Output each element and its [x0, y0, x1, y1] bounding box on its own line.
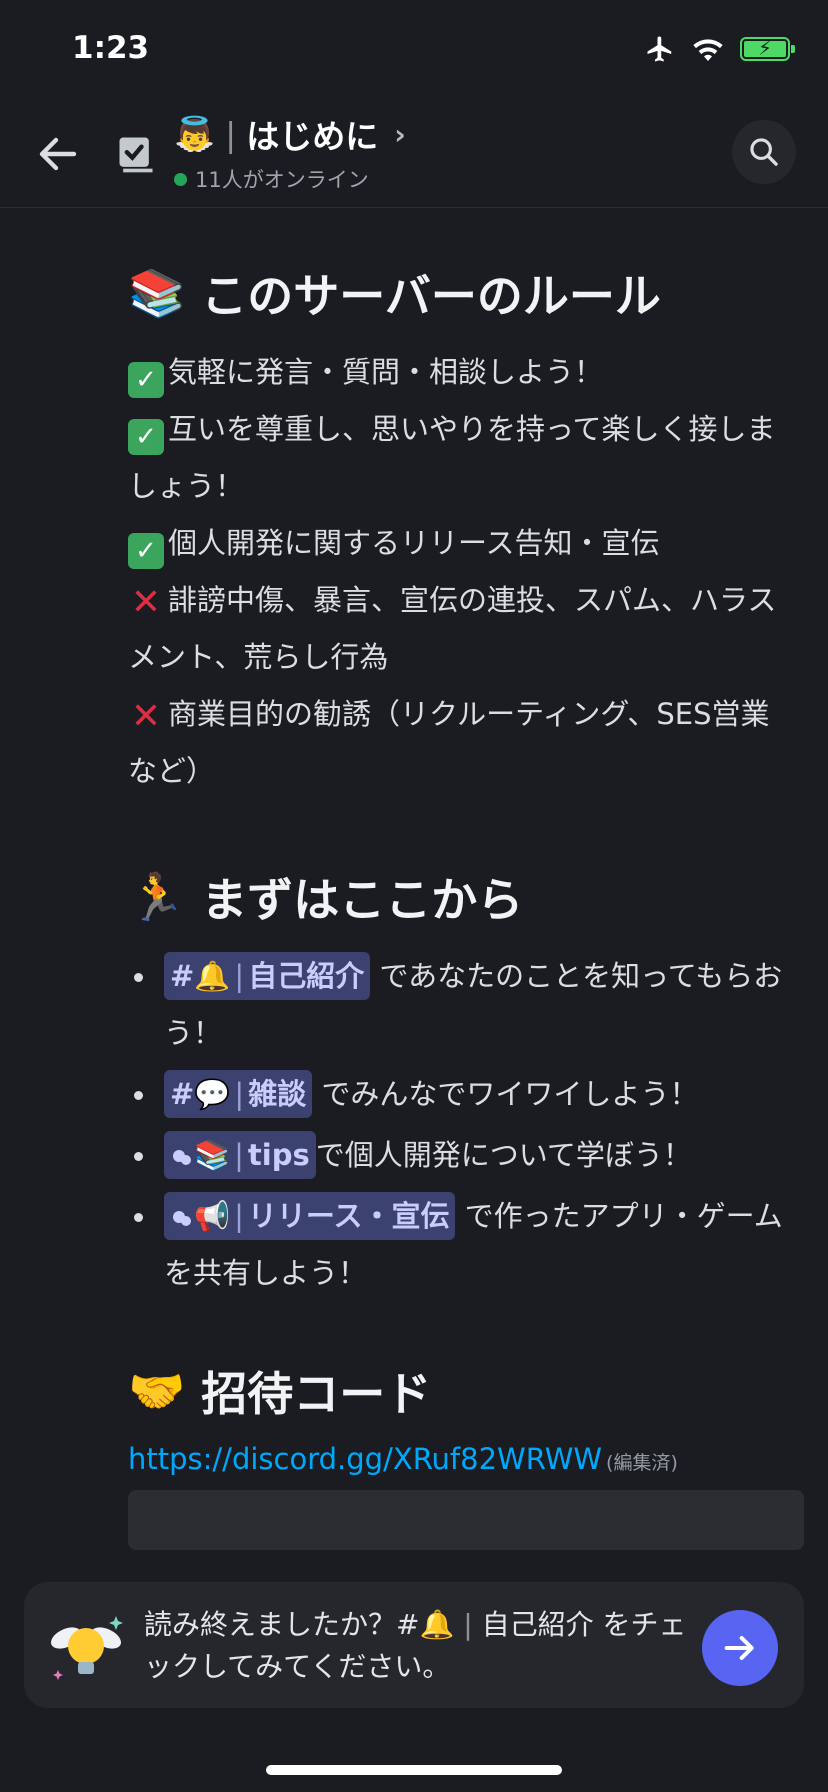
message-content: 📚 このサーバーのルール ✓ 気軽に発言・質問・相談しよう！ ✓ 互いを尊重し、思い…: [128, 260, 804, 1550]
list-item: #🔔 | 自己紹介 であなたのことを知ってもらおう！: [128, 948, 798, 1062]
search-button[interactable]: [732, 120, 796, 184]
check-mark-icon: ✓: [128, 533, 164, 569]
back-arrow-icon: [39, 137, 77, 171]
channel-mention-self-intro[interactable]: #🔔 | 自己紹介: [164, 952, 371, 1000]
books-icon: 📚: [128, 265, 186, 320]
forum-icon: [173, 1211, 191, 1226]
rule-item: ✓ 気軽に発言・質問・相談しよう！: [128, 344, 798, 401]
start-heading: 🏃 まずはここから: [128, 869, 524, 928]
check-mark-icon: ✓: [128, 362, 164, 398]
arrow-right-icon: [724, 1636, 754, 1660]
rules-heading: 📚 このサーバーのルール: [128, 265, 661, 324]
status-icons: ⚡: [644, 34, 795, 64]
list-item: 📚 | tips で個人開発について学ぼう！: [128, 1127, 798, 1184]
list-item: #💬 | 雑談 でみんなでワイワイしよう！: [128, 1066, 798, 1123]
rule-item: ✕ 商業目的の勧誘（リクルーティング、SES営業など）: [128, 696, 770, 788]
channel-mention-tips[interactable]: 📚 | tips: [164, 1131, 316, 1179]
list-item: 📢 | リリース・宣伝 で作ったアプリ・ゲームを共有しよう！: [128, 1188, 798, 1302]
rule-item: ✓ 互いを尊重し、思いやりを持って楽しく接しましょう！: [128, 412, 776, 503]
rules-list: ✓ 気軽に発言・質問・相談しよう！ ✓ 互いを尊重し、思いやりを持って楽しく接しまし…: [128, 344, 798, 800]
search-icon: [750, 138, 778, 166]
invite-heading: 🤝 招待コード: [128, 1363, 432, 1422]
angel-emoji-icon: 👼: [174, 114, 216, 153]
rules-channel-icon: [114, 132, 158, 176]
winged-lightbulb-icon: [44, 1604, 128, 1688]
chevron-right-icon: ›: [394, 117, 406, 151]
channel-name: はじめに: [246, 117, 379, 156]
go-to-channel-button[interactable]: [702, 1610, 778, 1686]
banner-channel-name: 自己紹介: [481, 1608, 594, 1641]
channel-mention-release[interactable]: 📢 | リリース・宣伝: [164, 1192, 456, 1240]
rule-item: ✓ 個人開発に関するリリース告知・宣伝: [128, 515, 798, 572]
online-status: 11人がオンライン: [174, 164, 406, 194]
status-time: 1:23: [72, 30, 150, 66]
handshake-icon: 🤝: [128, 1363, 186, 1418]
runner-icon: 🏃: [128, 869, 186, 924]
status-bar: 1:23 ⚡: [0, 0, 828, 100]
banner-message: 読み終えましたか？#🔔 | 自己紹介 をチェックしてみてください。: [144, 1608, 687, 1683]
online-dot-icon: [174, 172, 187, 186]
edited-label: (編集済): [606, 1452, 678, 1474]
speech-bubble-icon: 💬: [194, 1077, 231, 1111]
online-count: 11人がオンライン: [195, 168, 369, 192]
start-list: #🔔 | 自己紹介 であなたのことを知ってもらおう！ #💬 | 雑談 でみんなでワイワイ…: [128, 948, 798, 1302]
bell-icon: 🔔: [194, 959, 231, 993]
channel-mention-chat[interactable]: #💬 | 雑談: [164, 1070, 313, 1118]
books-icon: 📚: [194, 1138, 231, 1172]
rule-item: ✕ 誹謗中傷、暴言、宣伝の連投、スパム、ハラスメント、荒らし行為: [128, 582, 777, 674]
forum-icon: [173, 1150, 191, 1165]
cross-mark-icon: ✕: [130, 582, 162, 623]
airplane-icon: [647, 36, 672, 62]
back-button[interactable]: [34, 130, 82, 178]
invite-line: https://discord.gg/XRuf82WRWW (編集済): [128, 1442, 798, 1476]
invite-link[interactable]: https://discord.gg/XRuf82WRWW: [128, 1442, 602, 1476]
channel-title: 👼 | はじめに ›: [174, 110, 406, 158]
invite-embed[interactable]: [128, 1490, 804, 1550]
bell-icon: 🔔: [419, 1608, 455, 1641]
wifi-icon: [693, 39, 723, 61]
channel-title-button[interactable]: 👼 | はじめに › 11人がオンライン: [174, 110, 406, 194]
megaphone-icon: 📢: [194, 1199, 231, 1233]
check-mark-icon: ✓: [128, 419, 164, 455]
cross-mark-icon: ✕: [130, 696, 162, 737]
channel-header: 👼 | はじめに › 11人がオンライン: [0, 100, 828, 208]
home-indicator[interactable]: [266, 1765, 562, 1775]
read-prompt-banner: 読み終えましたか？#🔔 | 自己紹介 をチェックしてみてください。: [24, 1582, 804, 1708]
battery-icon: ⚡: [740, 36, 795, 61]
